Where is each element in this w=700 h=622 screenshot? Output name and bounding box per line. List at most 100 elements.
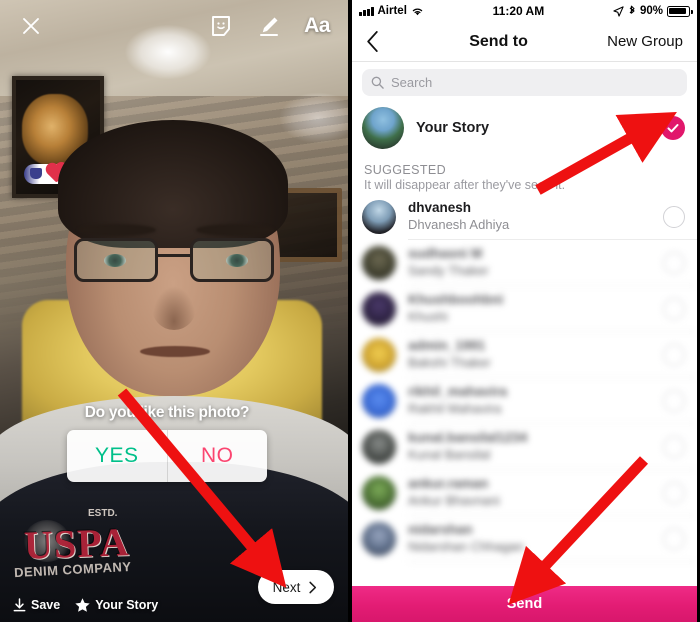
poll-options: YES NO <box>67 430 267 482</box>
recipient-username: kunal.bansilal1234 <box>408 430 528 446</box>
avatar <box>362 384 396 418</box>
recipient-username: nidarshan <box>408 522 473 538</box>
star-icon <box>75 597 90 612</box>
select-circle[interactable] <box>663 482 685 504</box>
your-story-checkmark[interactable] <box>661 116 685 140</box>
story-composer-panel: ESTD. USPA DENIM COMPANY Aa Do you like … <box>0 0 348 622</box>
search-container <box>352 62 697 100</box>
poll-option-yes[interactable]: YES <box>67 430 167 482</box>
recipient-names: nidarshan Nidarshan Chhagan <box>408 522 663 556</box>
recipient-names: admin_1991 Bakshi Thaker <box>408 338 663 372</box>
search-bar[interactable] <box>362 69 687 96</box>
cup-icon <box>30 168 42 179</box>
story-toolbar: Aa <box>0 0 348 52</box>
new-group-button[interactable]: New Group <box>607 33 683 50</box>
recipient-username: rikhil_mahavira <box>408 384 508 400</box>
recipient-names: Khushboohbni Khushi <box>408 292 663 326</box>
status-right: 90% <box>613 5 693 17</box>
photo-person-nose <box>152 286 196 330</box>
your-story-label: Your Story <box>95 598 159 612</box>
avatar <box>362 430 396 464</box>
search-icon <box>371 76 384 89</box>
avatar <box>362 107 404 149</box>
photo-person-brow-left <box>78 224 156 236</box>
table-row[interactable]: sudhasni M Sandy Thaker <box>352 240 697 286</box>
table-row[interactable]: nidarshan Nidarshan Chhagan <box>352 516 697 562</box>
close-icon[interactable] <box>14 9 48 43</box>
save-button[interactable]: Save <box>12 597 61 613</box>
recipient-fullname: Rakhil Mahavira <box>408 400 502 416</box>
recipient-username: dhvanesh <box>408 200 472 216</box>
photo-person-glasses <box>74 238 274 284</box>
send-label: Send <box>506 596 543 612</box>
recipient-row-your-story[interactable]: Your Story <box>352 100 697 156</box>
avatar <box>362 476 396 510</box>
location-icon <box>613 5 624 17</box>
recipients-list: Your Story SUGGESTED It will disappear a… <box>352 100 697 586</box>
page-title: Send to <box>469 32 528 50</box>
sticker-icon[interactable] <box>204 9 238 43</box>
chevron-right-icon <box>309 581 317 593</box>
search-input[interactable] <box>391 75 678 90</box>
photo-person-brow-right <box>196 224 274 236</box>
section-subtitle: It will disappear after they've seen it. <box>364 178 566 192</box>
poll-option-no[interactable]: NO <box>166 430 268 482</box>
poll-sticker[interactable]: Do you like this photo? YES NO <box>62 404 272 482</box>
suggested-section-header: SUGGESTED It will disappear after they'v… <box>352 156 697 194</box>
status-left: Airtel <box>359 5 424 17</box>
select-circle[interactable] <box>663 252 685 274</box>
send-button[interactable]: Send <box>352 586 697 622</box>
back-button[interactable] <box>366 31 390 52</box>
next-button[interactable]: Next <box>258 570 334 604</box>
battery-percent-label: 90% <box>639 5 663 17</box>
nav-bar: Send to New Group <box>352 22 697 62</box>
select-circle[interactable] <box>663 528 685 550</box>
next-label: Next <box>272 579 301 595</box>
recipient-fullname: Dhvanesh Adhiya <box>408 216 510 232</box>
select-circle[interactable] <box>663 344 685 366</box>
avatar <box>362 200 396 234</box>
avatar <box>362 522 396 556</box>
recipient-names: sudhasni M Sandy Thaker <box>408 246 663 280</box>
download-icon <box>13 597 26 611</box>
select-circle[interactable] <box>663 298 685 320</box>
carrier-label: Airtel <box>377 5 407 17</box>
table-row[interactable]: Khushboohbni Khushi <box>352 286 697 332</box>
select-circle[interactable] <box>663 390 685 412</box>
status-bar: Airtel 11:20 AM 90% <box>352 0 697 22</box>
table-row[interactable]: admin_1991 Bakshi Thaker <box>352 332 697 378</box>
recipient-names: Your Story <box>416 119 661 137</box>
recipient-fullname: Bakshi Thaker <box>408 354 491 370</box>
recipient-fullname: Khushi <box>408 308 448 324</box>
recipient-username: Your Story <box>416 119 490 136</box>
avatar <box>362 292 396 326</box>
recipient-username: ankur.raman <box>408 476 489 492</box>
table-row[interactable]: kunal.bansilal1234 Kunal Bansilal <box>352 424 697 470</box>
story-bottom-bar: Save Your Story Next <box>0 560 348 622</box>
recipient-names: rikhil_mahavira Rakhil Mahavira <box>408 384 663 418</box>
signal-icon <box>359 6 374 16</box>
select-circle[interactable] <box>663 206 685 228</box>
avatar <box>362 338 396 372</box>
recipient-fullname: Kunal Bansilal <box>408 446 491 462</box>
recipient-names: dhvanesh Dhvanesh Adhiya <box>408 200 663 234</box>
recipient-names: kunal.bansilal1234 Kunal Bansilal <box>408 430 663 464</box>
tshirt-print-esto: ESTD. <box>88 508 118 519</box>
glasses-bridge <box>158 254 190 257</box>
table-row[interactable]: rikhil_mahavira Rakhil Mahavira <box>352 378 697 424</box>
photo-person-mouth <box>140 346 210 357</box>
save-label: Save <box>31 598 61 612</box>
recipient-fullname: Ankur Bhavnani <box>408 492 500 508</box>
glasses-lens-left <box>74 238 158 282</box>
table-row[interactable]: ankur.raman Ankur Bhavnani <box>352 470 697 516</box>
recipient-username: sudhasni M <box>408 246 483 262</box>
select-circle[interactable] <box>663 436 685 458</box>
screenshot-root: ESTD. USPA DENIM COMPANY Aa Do you like … <box>0 0 700 622</box>
pen-icon[interactable] <box>252 9 286 43</box>
recipient-fullname: Nidarshan Chhagan <box>408 538 524 554</box>
send-to-panel: Airtel 11:20 AM 90% Send to New Group Se… <box>352 0 700 622</box>
your-story-button[interactable]: Your Story <box>74 597 158 614</box>
text-tool-button[interactable]: Aa <box>300 9 334 43</box>
table-row[interactable]: dhvanesh Dhvanesh Adhiya <box>352 194 697 240</box>
section-title: SUGGESTED <box>364 163 447 177</box>
